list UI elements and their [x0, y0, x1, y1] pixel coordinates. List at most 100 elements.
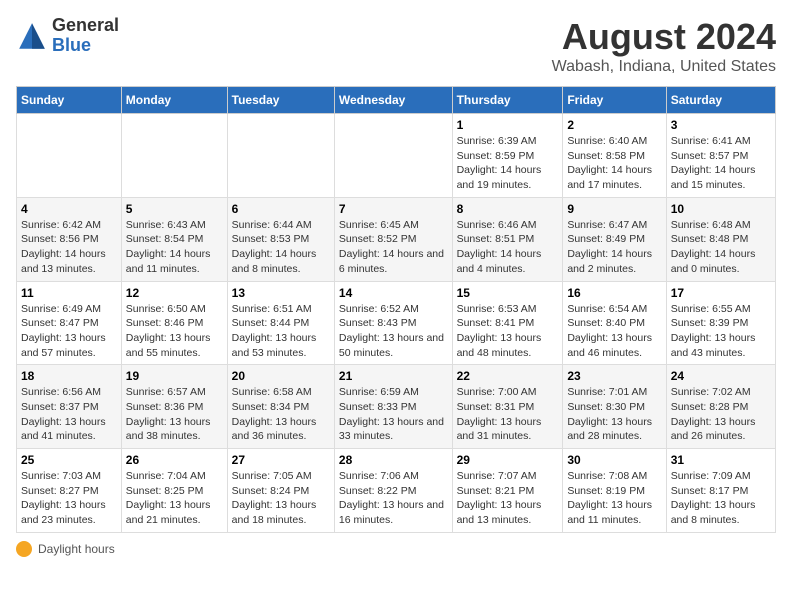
calendar-cell: 19Sunrise: 6:57 AMSunset: 8:36 PMDayligh…: [121, 365, 227, 449]
day-number: 4: [21, 202, 117, 216]
calendar-row: 1 Sunrise: 6:39 AMSunset: 8:59 PMDaylight…: [17, 114, 776, 198]
day-number: 22: [457, 369, 559, 383]
calendar-cell: [334, 114, 452, 198]
calendar-cell: 27 Sunrise: 7:05 AMSunset: 8:24 PMDayligh…: [227, 449, 334, 533]
day-info: Sunrise: 7:06 AMSunset: 8:22 PMDaylight:…: [339, 469, 448, 528]
day-info: Sunrise: 7:09 AMSunset: 8:17 PMDaylight:…: [671, 469, 771, 528]
header: General Blue August 2024 Wabash, Indiana…: [16, 16, 776, 76]
calendar-row: 25 Sunrise: 7:03 AMSunset: 8:27 PMDayligh…: [17, 449, 776, 533]
day-number: 31: [671, 453, 771, 467]
day-number: 29: [457, 453, 559, 467]
day-info: Sunrise: 6:56 AMSunset: 8:37 PMDaylight:…: [21, 385, 117, 444]
day-number: 27: [232, 453, 330, 467]
calendar-cell: 20Sunrise: 6:58 AMSunset: 8:34 PMDayligh…: [227, 365, 334, 449]
day-info: Sunrise: 6:53 AMSunset: 8:41 PMDaylight:…: [457, 302, 559, 361]
day-number: 14: [339, 286, 448, 300]
header-day: Wednesday: [334, 87, 452, 114]
day-info: Sunrise: 6:52 AMSunset: 8:43 PMDaylight:…: [339, 302, 448, 361]
day-number: 30: [567, 453, 661, 467]
calendar-cell: 18 Sunrise: 6:56 AMSunset: 8:37 PMDayligh…: [17, 365, 122, 449]
title-area: August 2024 Wabash, Indiana, United Stat…: [552, 16, 776, 76]
day-number: 25: [21, 453, 117, 467]
day-number: 6: [232, 202, 330, 216]
header-day: Friday: [563, 87, 666, 114]
sun-icon: [16, 541, 32, 557]
day-info: Sunrise: 6:39 AMSunset: 8:59 PMDaylight:…: [457, 134, 559, 193]
calendar-cell: [17, 114, 122, 198]
header-day: Sunday: [17, 87, 122, 114]
calendar-cell: 15 Sunrise: 6:53 AMSunset: 8:41 PMDayligh…: [452, 281, 563, 365]
logo: General Blue: [16, 16, 119, 56]
day-info: Sunrise: 6:50 AMSunset: 8:46 PMDaylight:…: [126, 302, 223, 361]
day-number: 8: [457, 202, 559, 216]
calendar-cell: 29 Sunrise: 7:07 AMSunset: 8:21 PMDayligh…: [452, 449, 563, 533]
day-info: Sunrise: 7:02 AMSunset: 8:28 PMDaylight:…: [671, 385, 771, 444]
calendar-body: 1 Sunrise: 6:39 AMSunset: 8:59 PMDaylight…: [17, 114, 776, 533]
day-number: 13: [232, 286, 330, 300]
calendar-cell: 10 Sunrise: 6:48 AMSunset: 8:48 PMDayligh…: [666, 197, 775, 281]
day-info: Sunrise: 7:04 AMSunset: 8:25 PMDaylight:…: [126, 469, 223, 528]
calendar-cell: 30 Sunrise: 7:08 AMSunset: 8:19 PMDayligh…: [563, 449, 666, 533]
calendar-cell: 16Sunrise: 6:54 AMSunset: 8:40 PMDayligh…: [563, 281, 666, 365]
day-info: Sunrise: 7:07 AMSunset: 8:21 PMDaylight:…: [457, 469, 559, 528]
day-info: Sunrise: 7:03 AMSunset: 8:27 PMDaylight:…: [21, 469, 117, 528]
logo-blue-text: Blue: [52, 36, 119, 56]
day-number: 2: [567, 118, 661, 132]
day-info: Sunrise: 6:49 AMSunset: 8:47 PMDaylight:…: [21, 302, 117, 361]
calendar-cell: 2Sunrise: 6:40 AMSunset: 8:58 PMDaylight…: [563, 114, 666, 198]
day-info: Sunrise: 7:00 AMSunset: 8:31 PMDaylight:…: [457, 385, 559, 444]
day-number: 26: [126, 453, 223, 467]
calendar-cell: 4 Sunrise: 6:42 AMSunset: 8:56 PMDaylight…: [17, 197, 122, 281]
logo-general-text: General: [52, 16, 119, 36]
logo-icon: [16, 20, 48, 52]
calendar-cell: [121, 114, 227, 198]
day-number: 11: [21, 286, 117, 300]
calendar-cell: 26 Sunrise: 7:04 AMSunset: 8:25 PMDayligh…: [121, 449, 227, 533]
day-number: 16: [567, 286, 661, 300]
day-number: 18: [21, 369, 117, 383]
calendar-cell: 1 Sunrise: 6:39 AMSunset: 8:59 PMDaylight…: [452, 114, 563, 198]
calendar-row: 4 Sunrise: 6:42 AMSunset: 8:56 PMDaylight…: [17, 197, 776, 281]
calendar-cell: 17Sunrise: 6:55 AMSunset: 8:39 PMDayligh…: [666, 281, 775, 365]
day-number: 23: [567, 369, 661, 383]
calendar-cell: 21Sunrise: 6:59 AMSunset: 8:33 PMDayligh…: [334, 365, 452, 449]
calendar-cell: 25 Sunrise: 7:03 AMSunset: 8:27 PMDayligh…: [17, 449, 122, 533]
calendar-cell: 14 Sunrise: 6:52 AMSunset: 8:43 PMDayligh…: [334, 281, 452, 365]
calendar-cell: 9 Sunrise: 6:47 AMSunset: 8:49 PMDaylight…: [563, 197, 666, 281]
day-info: Sunrise: 6:48 AMSunset: 8:48 PMDaylight:…: [671, 218, 771, 277]
calendar-cell: 28 Sunrise: 7:06 AMSunset: 8:22 PMDayligh…: [334, 449, 452, 533]
day-info: Sunrise: 7:05 AMSunset: 8:24 PMDaylight:…: [232, 469, 330, 528]
day-info: Sunrise: 6:57 AMSunset: 8:36 PMDaylight:…: [126, 385, 223, 444]
calendar-cell: 11 Sunrise: 6:49 AMSunset: 8:47 PMDayligh…: [17, 281, 122, 365]
day-info: Sunrise: 6:43 AMSunset: 8:54 PMDaylight:…: [126, 218, 223, 277]
calendar-header: SundayMondayTuesdayWednesdayThursdayFrid…: [17, 87, 776, 114]
day-info: Sunrise: 6:45 AMSunset: 8:52 PMDaylight:…: [339, 218, 448, 277]
day-info: Sunrise: 6:59 AMSunset: 8:33 PMDaylight:…: [339, 385, 448, 444]
calendar-cell: 24Sunrise: 7:02 AMSunset: 8:28 PMDayligh…: [666, 365, 775, 449]
calendar-table: SundayMondayTuesdayWednesdayThursdayFrid…: [16, 86, 776, 533]
calendar-cell: 7Sunrise: 6:45 AMSunset: 8:52 PMDaylight…: [334, 197, 452, 281]
day-info: Sunrise: 6:42 AMSunset: 8:56 PMDaylight:…: [21, 218, 117, 277]
day-info: Sunrise: 6:44 AMSunset: 8:53 PMDaylight:…: [232, 218, 330, 277]
header-day: Monday: [121, 87, 227, 114]
calendar-cell: 13Sunrise: 6:51 AMSunset: 8:44 PMDayligh…: [227, 281, 334, 365]
day-info: Sunrise: 7:08 AMSunset: 8:19 PMDaylight:…: [567, 469, 661, 528]
day-number: 10: [671, 202, 771, 216]
calendar-cell: 5 Sunrise: 6:43 AMSunset: 8:54 PMDaylight…: [121, 197, 227, 281]
header-row: SundayMondayTuesdayWednesdayThursdayFrid…: [17, 87, 776, 114]
logo-text: General Blue: [52, 16, 119, 56]
day-number: 28: [339, 453, 448, 467]
calendar-cell: 23Sunrise: 7:01 AMSunset: 8:30 PMDayligh…: [563, 365, 666, 449]
header-day: Tuesday: [227, 87, 334, 114]
calendar-cell: 31 Sunrise: 7:09 AMSunset: 8:17 PMDayligh…: [666, 449, 775, 533]
day-number: 15: [457, 286, 559, 300]
day-info: Sunrise: 6:47 AMSunset: 8:49 PMDaylight:…: [567, 218, 661, 277]
day-number: 9: [567, 202, 661, 216]
day-number: 1: [457, 118, 559, 132]
calendar-row: 18 Sunrise: 6:56 AMSunset: 8:37 PMDayligh…: [17, 365, 776, 449]
day-number: 3: [671, 118, 771, 132]
footer: Daylight hours: [16, 541, 776, 557]
header-day: Thursday: [452, 87, 563, 114]
day-number: 12: [126, 286, 223, 300]
day-number: 5: [126, 202, 223, 216]
